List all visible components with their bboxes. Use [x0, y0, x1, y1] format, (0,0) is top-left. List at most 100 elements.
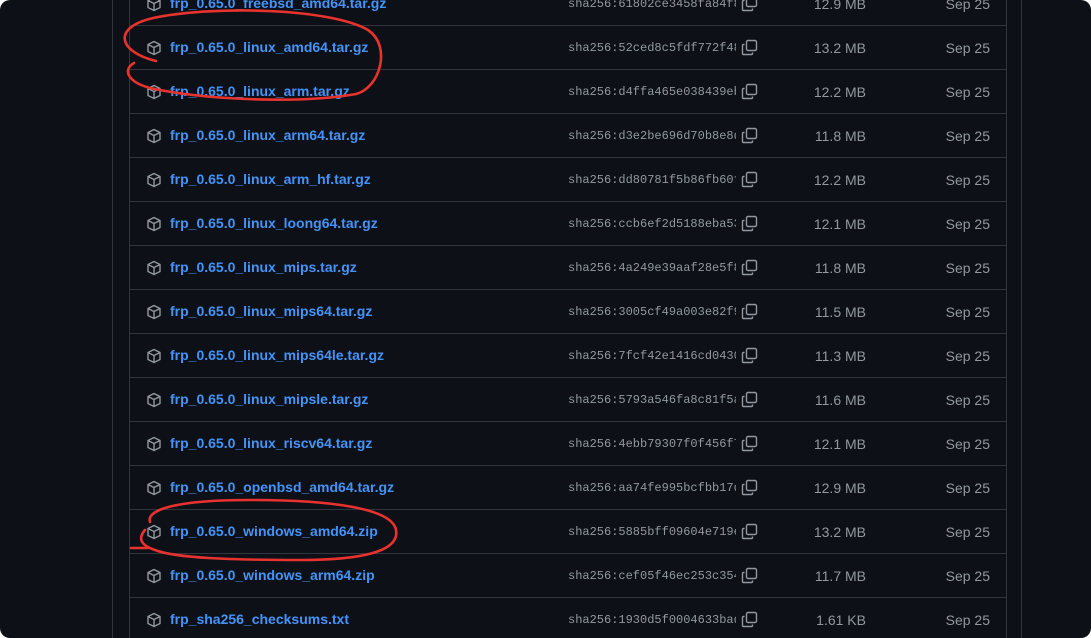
- asset-download-link[interactable]: frp_0.65.0_linux_mips64le.tar.gz: [170, 347, 384, 363]
- package-icon: [146, 172, 162, 188]
- asset-date: Sep 25: [945, 128, 990, 144]
- asset-date: Sep 25: [945, 524, 990, 540]
- copy-icon[interactable]: [741, 127, 758, 144]
- asset-date: Sep 25: [945, 0, 990, 12]
- asset-size: 12.1 MB: [813, 216, 866, 232]
- copy-icon[interactable]: [741, 303, 758, 320]
- asset-row: frp_sha256_checksums.txt sha256:1930d5f00…: [130, 598, 1006, 638]
- asset-date: Sep 25: [945, 436, 990, 452]
- asset-row: frp_0.65.0_linux_mips64.tar.gz sha256:300…: [130, 290, 1006, 334]
- copy-icon[interactable]: [741, 347, 758, 364]
- asset-date: Sep 25: [945, 84, 990, 100]
- package-icon: [146, 392, 162, 408]
- asset-date: Sep 25: [945, 40, 990, 56]
- package-icon: [146, 568, 162, 584]
- asset-sha256: sha256:4ebb79307f0f456f7…: [568, 437, 736, 451]
- asset-sha256: sha256:7fcf42e1416cd0430…: [568, 349, 736, 363]
- asset-row: frp_0.65.0_linux_arm64.tar.gz sha256:d3e2…: [130, 114, 1006, 158]
- asset-row: frp_0.65.0_linux_loong64.tar.gz sha256:cc…: [130, 202, 1006, 246]
- copy-icon[interactable]: [741, 567, 758, 584]
- copy-icon[interactable]: [741, 523, 758, 540]
- asset-size: 11.8 MB: [814, 260, 866, 276]
- asset-row: frp_0.65.0_linux_mips.tar.gz sha256:4a249…: [130, 246, 1006, 290]
- asset-row: frp_0.65.0_linux_arm.tar.gz sha256:d4ffa4…: [130, 70, 1006, 114]
- asset-row: frp_0.65.0_linux_amd64.tar.gz sha256:52ce…: [130, 26, 1006, 70]
- asset-date: Sep 25: [945, 392, 990, 408]
- package-icon: [146, 216, 162, 232]
- asset-download-link[interactable]: frp_0.65.0_openbsd_amd64.tar.gz: [170, 479, 394, 495]
- package-icon: [146, 348, 162, 364]
- asset-sha256: sha256:aa74fe995bcfbb17d…: [568, 481, 736, 495]
- asset-row: frp_0.65.0_freebsd_amd64.tar.gz sha256:61…: [130, 0, 1006, 26]
- asset-sha256: sha256:4a249e39aaf28e5f8…: [568, 261, 736, 275]
- package-icon: [146, 612, 162, 628]
- asset-sha256: sha256:d3e2be696d70b8e8d…: [568, 129, 736, 143]
- asset-download-link[interactable]: frp_0.65.0_linux_arm64.tar.gz: [170, 127, 365, 143]
- package-icon: [146, 0, 162, 12]
- asset-row: frp_0.65.0_windows_arm64.zip sha256:cef05…: [130, 554, 1006, 598]
- asset-sha256: sha256:d4ffa465e038439eb…: [568, 85, 736, 99]
- asset-date: Sep 25: [945, 216, 990, 232]
- asset-download-link[interactable]: frp_0.65.0_linux_amd64.tar.gz: [170, 39, 368, 55]
- asset-size: 11.6 MB: [814, 392, 866, 408]
- asset-download-link[interactable]: frp_0.65.0_linux_mipsle.tar.gz: [170, 391, 368, 407]
- asset-sha256: sha256:dd80781f5b86fb60f…: [568, 173, 736, 187]
- asset-sha256: sha256:cef05f46ec253c354…: [568, 569, 736, 583]
- copy-icon[interactable]: [741, 0, 758, 12]
- asset-size: 13.2 MB: [813, 40, 866, 56]
- copy-icon[interactable]: [741, 391, 758, 408]
- asset-date: Sep 25: [945, 480, 990, 496]
- copy-icon[interactable]: [741, 83, 758, 100]
- asset-date: Sep 25: [945, 612, 990, 628]
- asset-download-link[interactable]: frp_0.65.0_linux_loong64.tar.gz: [170, 215, 378, 231]
- asset-date: Sep 25: [945, 304, 990, 320]
- asset-sha256: sha256:52ced8c5fdf772f48…: [568, 41, 736, 55]
- asset-size: 11.3 MB: [814, 348, 866, 364]
- asset-size: 12.2 MB: [813, 84, 866, 100]
- asset-row: frp_0.65.0_linux_arm_hf.tar.gz sha256:dd8…: [130, 158, 1006, 202]
- asset-size: 12.9 MB: [813, 0, 866, 12]
- asset-date: Sep 25: [945, 172, 990, 188]
- package-icon: [146, 480, 162, 496]
- copy-icon[interactable]: [741, 479, 758, 496]
- copy-icon[interactable]: [741, 171, 758, 188]
- asset-size: 1.61 KB: [816, 612, 866, 628]
- asset-size: 13.2 MB: [813, 524, 866, 540]
- copy-icon[interactable]: [741, 259, 758, 276]
- asset-sha256: sha256:61802ce3458fa84f8…: [568, 0, 736, 11]
- asset-sha256: sha256:5885bff09604e719e…: [568, 525, 736, 539]
- copy-icon[interactable]: [741, 215, 758, 232]
- asset-date: Sep 25: [945, 348, 990, 364]
- asset-size: 11.5 MB: [814, 304, 866, 320]
- asset-download-link[interactable]: frp_sha256_checksums.txt: [170, 611, 349, 627]
- asset-download-link[interactable]: frp_0.65.0_windows_amd64.zip: [170, 523, 378, 539]
- copy-icon[interactable]: [741, 611, 758, 628]
- asset-download-link[interactable]: frp_0.65.0_linux_mips.tar.gz: [170, 259, 357, 275]
- asset-sha256: sha256:ccb6ef2d5188eba53…: [568, 217, 736, 231]
- assets-section: frp_0.65.0_freebsd_amd64.tar.gz sha256:61…: [112, 0, 1022, 638]
- copy-icon[interactable]: [741, 39, 758, 56]
- package-icon: [146, 40, 162, 56]
- asset-size: 11.7 MB: [814, 568, 866, 584]
- asset-download-link[interactable]: frp_0.65.0_linux_arm.tar.gz: [170, 83, 350, 99]
- asset-row: frp_0.65.0_linux_mips64le.tar.gz sha256:7…: [130, 334, 1006, 378]
- asset-download-link[interactable]: frp_0.65.0_freebsd_amd64.tar.gz: [170, 0, 386, 11]
- asset-list: frp_0.65.0_freebsd_amd64.tar.gz sha256:61…: [129, 0, 1007, 638]
- asset-row: frp_0.65.0_linux_mipsle.tar.gz sha256:579…: [130, 378, 1006, 422]
- copy-icon[interactable]: [741, 435, 758, 452]
- asset-row: frp_0.65.0_linux_riscv64.tar.gz sha256:4e…: [130, 422, 1006, 466]
- asset-sha256: sha256:5793a546fa8c81f5a…: [568, 393, 736, 407]
- asset-download-link[interactable]: frp_0.65.0_linux_riscv64.tar.gz: [170, 435, 372, 451]
- asset-download-link[interactable]: frp_0.65.0_windows_arm64.zip: [170, 567, 375, 583]
- package-icon: [146, 524, 162, 540]
- package-icon: [146, 260, 162, 276]
- package-icon: [146, 128, 162, 144]
- asset-sha256: sha256:3005cf49a003e82f9…: [568, 305, 736, 319]
- asset-download-link[interactable]: frp_0.65.0_linux_arm_hf.tar.gz: [170, 171, 371, 187]
- package-icon: [146, 304, 162, 320]
- asset-size: 12.9 MB: [813, 480, 866, 496]
- asset-size: 11.8 MB: [814, 128, 866, 144]
- release-assets-window: frp_0.65.0_freebsd_amd64.tar.gz sha256:61…: [0, 0, 1091, 638]
- asset-download-link[interactable]: frp_0.65.0_linux_mips64.tar.gz: [170, 303, 372, 319]
- asset-size: 12.2 MB: [813, 172, 866, 188]
